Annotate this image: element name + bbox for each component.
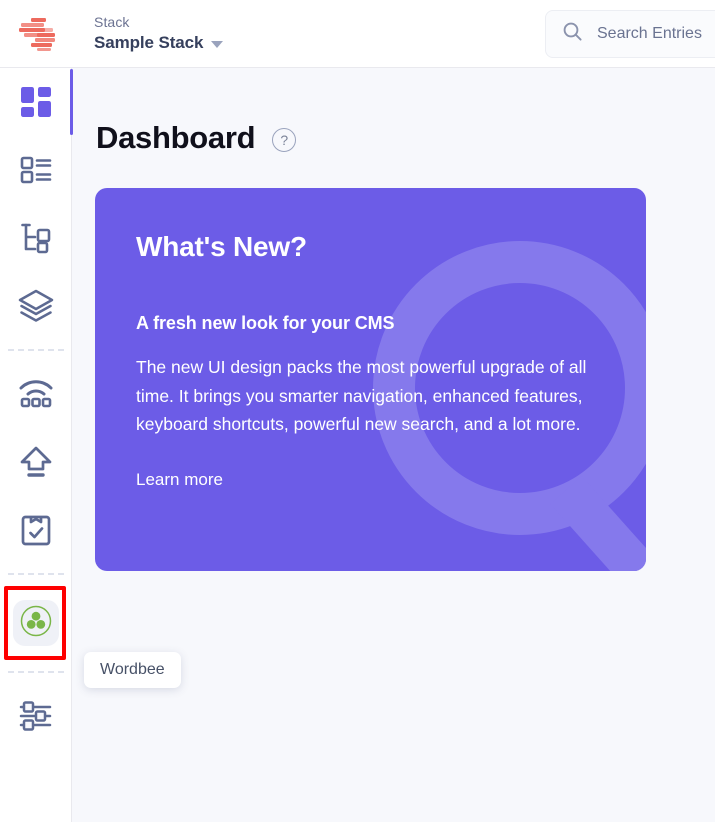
list-entries-icon: [20, 154, 52, 186]
wordbee-tooltip: Wordbee: [84, 652, 181, 688]
sidebar-item-wordbee[interactable]: [0, 584, 72, 662]
sidebar-item-entries[interactable]: [0, 136, 72, 204]
sidebar-item-publish-queue[interactable]: [0, 360, 72, 428]
sidebar-item-assets[interactable]: [0, 272, 72, 340]
contentstack-logo-icon[interactable]: [0, 0, 72, 68]
stack-selector[interactable]: Stack Sample Stack: [94, 14, 224, 53]
search-entries-box[interactable]: Search Entries: [545, 10, 715, 58]
left-nav-rail: [0, 68, 73, 822]
main-content-area: Dashboard ? What's New? A fresh new look…: [72, 68, 715, 822]
rail-divider: [7, 573, 64, 575]
stack-label: Stack: [94, 14, 130, 31]
sidebar-item-content-models[interactable]: [0, 204, 72, 272]
upload-arrow-icon: [19, 445, 53, 479]
sliders-settings-icon: [19, 699, 53, 733]
whats-new-heading: What's New?: [136, 231, 307, 262]
help-question-icon[interactable]: ?: [272, 128, 297, 152]
sidebar-item-audit-log[interactable]: [0, 496, 72, 564]
whats-new-card: What's New? A fresh new look for your CM…: [95, 188, 646, 571]
clipboard-check-icon: [20, 513, 52, 547]
content-model-tree-icon: [20, 222, 52, 254]
app-window: Stack Sample Stack Search Entries Wordbe…: [0, 0, 715, 822]
search-icon: [562, 21, 583, 47]
grid-dashboard-icon: [19, 85, 53, 119]
rail-divider: [7, 671, 64, 673]
broadcast-wifi-icon: [18, 379, 54, 409]
top-header-bar: Stack Sample Stack Search Entries: [0, 0, 715, 68]
wordbee-three-dots-circle-icon: [19, 604, 53, 643]
sidebar-item-settings[interactable]: [0, 682, 72, 750]
learn-more-link[interactable]: Learn more: [136, 470, 223, 490]
search-input[interactable]: Search Entries: [597, 25, 702, 43]
whats-new-body-text: The new UI design packs the most powerfu…: [136, 357, 587, 435]
rail-divider: [7, 349, 64, 351]
wordbee-app-tile[interactable]: [13, 600, 59, 646]
whats-new-card-body: What's New? A fresh new look for your CM…: [95, 188, 646, 490]
stack-name: Sample Stack: [94, 33, 204, 53]
page-header: Dashboard ?: [72, 68, 715, 156]
layers-stack-icon: [18, 289, 54, 323]
chevron-down-icon[interactable]: [211, 41, 224, 49]
stack-name-row[interactable]: Sample Stack: [94, 33, 224, 53]
page-title: Dashboard: [96, 120, 256, 155]
sidebar-item-dashboard[interactable]: [0, 68, 73, 136]
whats-new-subheading: A fresh new look for your CMS: [136, 313, 395, 333]
sidebar-item-releases[interactable]: [0, 428, 72, 496]
